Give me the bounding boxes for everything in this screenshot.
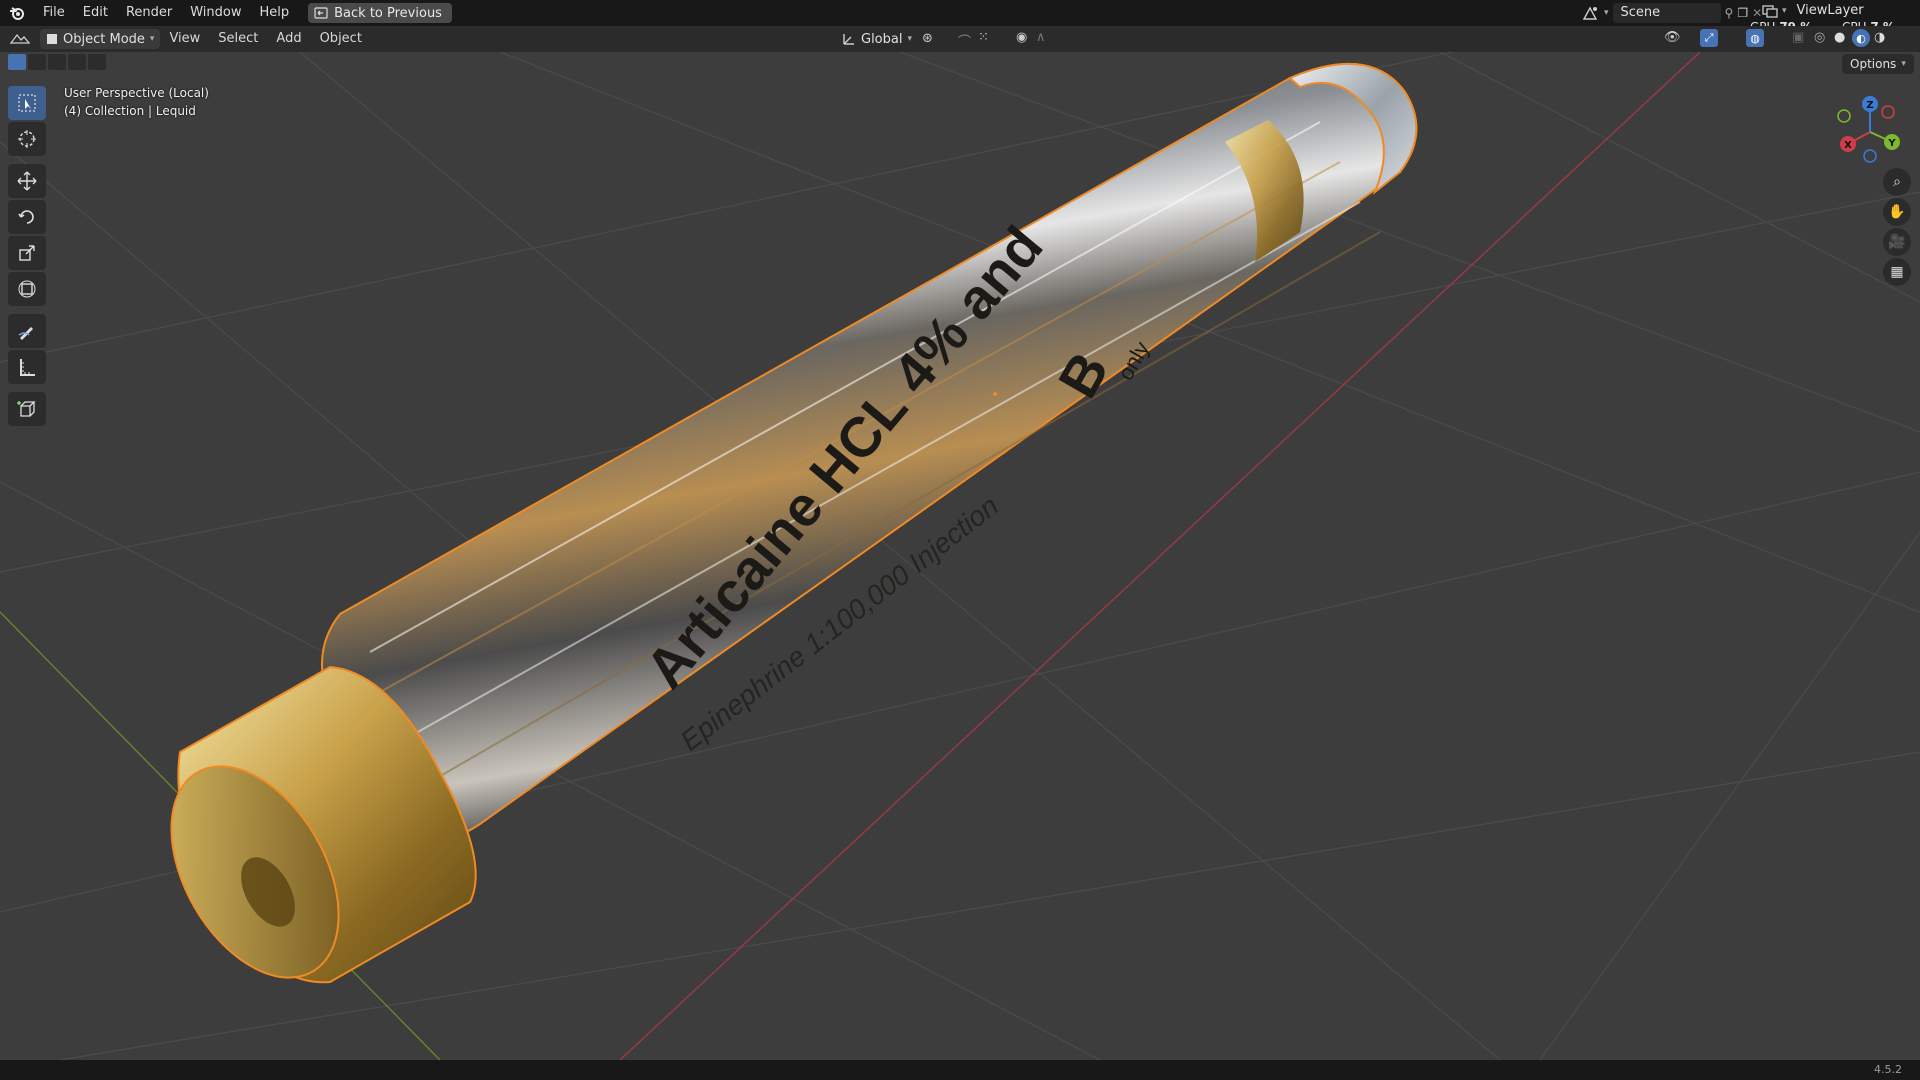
cursor-icon [17,129,37,149]
object-mode-label: Object Mode [63,31,145,47]
chevron-down-icon: ▾ [1782,5,1787,16]
annotate-pencil-icon [17,321,37,341]
perspective-label: User Perspective (Local) [64,86,209,100]
viewlayer-selector[interactable]: ▾ ViewLayer [1762,3,1864,18]
menu-view[interactable]: View [160,26,209,52]
select-extend-icon[interactable] [28,54,46,70]
select-box-tool[interactable] [8,86,46,120]
orientation-label: Global [861,31,903,47]
rendered-shading-icon[interactable]: ◑ [1874,30,1885,45]
chevron-down-icon: ▾ [1901,59,1906,69]
viewlayer-icon [1762,4,1778,18]
menu-help[interactable]: Help [251,0,299,26]
snap-icon[interactable]: ⌒ [958,31,971,50]
falloff-icon[interactable]: ∧ [1036,30,1046,45]
menu-edit[interactable]: Edit [74,0,117,26]
selection-mode-group [8,54,106,70]
version-label: 4.5.2 [1874,1063,1902,1076]
chevron-down-icon: ▾ [149,34,155,44]
back-icon [314,7,328,19]
viewlayer-name: ViewLayer [1796,3,1864,18]
select-subtract-icon[interactable] [48,54,66,70]
pin-icon[interactable]: ⚲ [1725,6,1734,20]
wireframe-shading-icon[interactable]: ◎ [1814,30,1825,45]
measure-tool[interactable] [8,350,46,384]
tool-shelf [8,86,48,428]
select-new-icon[interactable] [8,54,26,70]
pan-hand-icon[interactable]: ✋ [1883,198,1911,226]
chevron-down-icon: ▾ [907,34,913,44]
orientation-icon [842,32,856,46]
editor-type-icon[interactable] [0,31,40,47]
options-dropdown[interactable]: Options ▾ [1842,54,1914,74]
viewport-scene: Articaine HCL 4% and B only Epinephrine … [0,52,1920,1060]
object-mode-icon [46,33,58,45]
gizmo-y-label: Y [1887,138,1896,149]
camera-icon[interactable]: 🎥 [1883,228,1911,256]
zoom-icon[interactable]: ⌕ [1883,168,1911,196]
snap-target-icon[interactable]: ⁙ [978,30,989,45]
gizmo-x-label: X [1844,140,1852,151]
select-invert-icon[interactable] [68,54,86,70]
pivot-icon[interactable]: ⊛ [922,31,933,46]
annotate-tool[interactable] [8,314,46,348]
cartridge-model[interactable]: Articaine HCL 4% and B only Epinephrine … [137,62,1418,1007]
scene-name: Scene [1620,5,1661,20]
orthographic-grid-icon[interactable]: ▦ [1883,258,1911,286]
scene-selector[interactable]: ▾ Scene ⚲ ❐ ✕ [1582,3,1762,23]
object-mode-dropdown[interactable]: Object Mode ▾ [40,29,161,49]
object-origin [993,392,997,396]
viewport-header: Object Mode ▾ View Select Add Object Glo… [0,26,1920,52]
navigation-gizmo[interactable]: Z Y X [1830,92,1910,172]
blender-logo-icon[interactable] [0,0,34,26]
menu-add[interactable]: Add [267,26,310,52]
3d-viewport[interactable]: Articaine HCL 4% and B only Epinephrine … [0,52,1920,1060]
material-shading-icon[interactable]: ◐ [1852,29,1870,47]
new-scene-icon[interactable]: ❐ [1737,6,1748,20]
scale-tool[interactable] [8,236,46,270]
close-icon[interactable]: ✕ [1752,6,1762,20]
menu-window[interactable]: Window [181,0,250,26]
transform-icon [17,279,37,299]
add-cube-tool[interactable] [8,392,46,426]
back-to-previous-label: Back to Previous [334,5,442,21]
chevron-down-icon: ▾ [1604,8,1609,18]
transform-tool[interactable] [8,272,46,306]
gizmo-z-label: Z [1866,100,1873,111]
cursor-tool[interactable] [8,122,46,156]
scale-icon [17,243,37,263]
back-to-previous-button[interactable]: Back to Previous [308,3,452,23]
scene-icon [1582,5,1600,21]
status-bar: 4.5.2 [0,1060,1920,1080]
select-intersect-icon[interactable] [88,54,106,70]
visibility-icon[interactable]: 👁 [1664,30,1681,45]
gizmo-toggle-icon[interactable]: ⤢ [1700,29,1718,47]
measure-ruler-icon [17,357,37,377]
overlays-icon[interactable]: ◍ [1746,29,1764,47]
rotate-tool[interactable] [8,200,46,234]
menu-render[interactable]: Render [117,0,181,26]
scene-name-field[interactable]: Scene [1612,3,1721,23]
add-cube-icon [17,399,37,419]
move-tool[interactable] [8,164,46,198]
transform-orientation-dropdown[interactable]: Global ▾ [836,29,918,49]
proportional-edit-icon[interactable]: ◉ [1016,30,1027,45]
menu-select[interactable]: Select [209,26,267,52]
menu-file[interactable]: File [34,0,74,26]
select-box-icon [17,93,37,113]
options-label: Options [1850,57,1897,71]
solid-shading-icon[interactable]: ● [1834,30,1845,45]
move-icon [17,171,37,191]
rotate-icon [17,207,37,227]
menu-object[interactable]: Object [311,26,371,52]
collection-label: (4) Collection | Lequid [64,104,196,118]
xray-icon[interactable]: ▣ [1792,30,1804,45]
top-bar: File Edit Render Window Help Back to Pre… [0,0,1920,34]
